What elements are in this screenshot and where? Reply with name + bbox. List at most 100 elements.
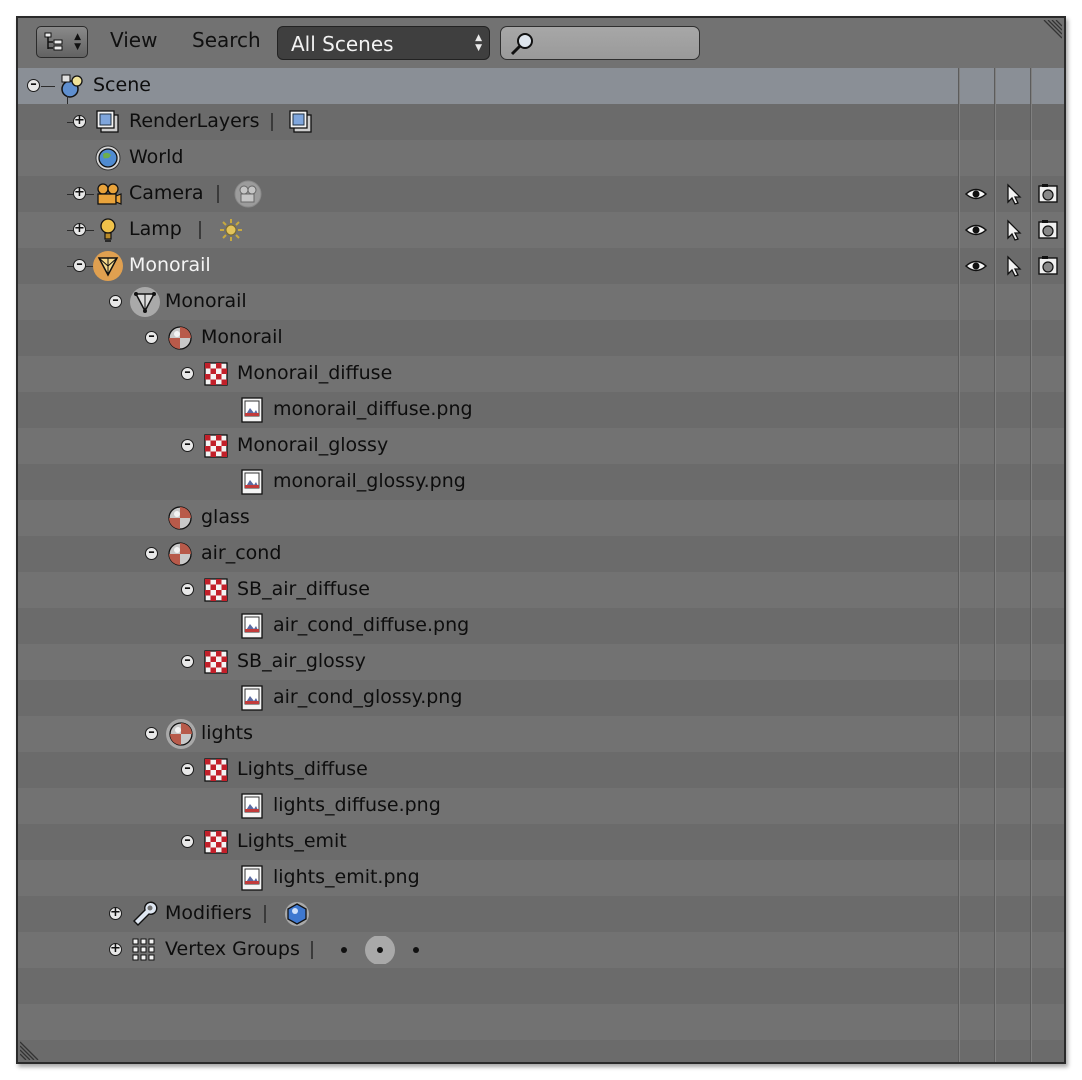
tree-row-material-glass[interactable]: glass [18, 500, 1064, 536]
collapse-toggle[interactable]: – [145, 546, 158, 560]
tree-label: monorail_glossy.png [273, 470, 466, 492]
image-icon [241, 397, 263, 423]
tree-row-texture[interactable]: – Lights_diffuse [18, 752, 1064, 788]
tree-row-image[interactable]: monorail_glossy.png [18, 464, 1064, 500]
camera-render-icon[interactable] [1036, 218, 1060, 242]
material-icon [168, 326, 192, 350]
cursor-icon[interactable] [1002, 218, 1026, 242]
empty-row [18, 1040, 1064, 1062]
tree-row-camera[interactable]: + Camera [18, 176, 1064, 212]
tree-label: Monorail [129, 254, 211, 276]
search-field[interactable] [500, 26, 700, 60]
collapse-toggle[interactable]: – [181, 582, 194, 596]
editor-type-button[interactable]: ▲ ▼ [36, 26, 88, 58]
world-icon [95, 145, 121, 171]
cursor-icon[interactable] [1002, 182, 1026, 206]
camera-render-icon[interactable] [1036, 182, 1060, 206]
tree-label: Scene [93, 74, 151, 96]
texture-icon [204, 434, 228, 458]
collapse-toggle[interactable]: – [73, 258, 86, 272]
texture-icon [204, 650, 228, 674]
view-menu[interactable]: View [110, 28, 157, 52]
tree-row-image[interactable]: monorail_diffuse.png [18, 392, 1064, 428]
tree-row-scene[interactable]: – Scene [18, 68, 1064, 104]
area-split-corner-icon[interactable] [1040, 20, 1062, 42]
tree-label: air_cond [201, 542, 282, 564]
collapse-toggle[interactable]: – [181, 366, 194, 380]
collapse-toggle[interactable]: – [181, 654, 194, 668]
tree-row-material-lights[interactable]: – lights [18, 716, 1064, 752]
lamp-data-icon[interactable] [217, 216, 245, 244]
tree-row-monorail-object[interactable]: – Monorail [18, 248, 1064, 284]
tree-row-lamp[interactable]: + Lamp [18, 212, 1064, 248]
tree-row-texture[interactable]: – Monorail_diffuse [18, 356, 1064, 392]
tree-row-modifiers[interactable]: + Modifiers [18, 896, 1064, 932]
camera-data-icon[interactable] [234, 180, 262, 208]
collapse-toggle[interactable]: – [145, 726, 158, 740]
tree-label: Monorail [201, 326, 283, 348]
vertex-group-dots-icon[interactable] [336, 936, 436, 964]
tree-row-renderlayers[interactable]: + RenderLayers [18, 104, 1064, 140]
display-mode-dropdown[interactable]: All Scenes ▲ ▼ [277, 26, 490, 60]
tree-row-image[interactable]: air_cond_glossy.png [18, 680, 1064, 716]
tree-row-image[interactable]: air_cond_diffuse.png [18, 608, 1064, 644]
tree-row-texture[interactable]: – Lights_emit [18, 824, 1064, 860]
image-icon [241, 865, 263, 891]
tree-row-material-air-cond[interactable]: – air_cond [18, 536, 1064, 572]
expand-toggle[interactable]: + [73, 222, 86, 236]
eye-icon[interactable] [964, 254, 988, 278]
expand-toggle[interactable]: + [109, 906, 122, 920]
tree-label: Camera [129, 182, 204, 204]
tree-label: glass [201, 506, 250, 528]
updown-arrows-icon: ▲ ▼ [74, 32, 81, 52]
tree-row-image[interactable]: lights_emit.png [18, 860, 1064, 896]
tree-row-world[interactable]: World [18, 140, 1064, 176]
material-icon [166, 719, 196, 749]
camera-render-icon[interactable] [1036, 254, 1060, 278]
empty-row [18, 968, 1064, 1004]
tree-label: air_cond_diffuse.png [273, 614, 470, 636]
tree-row-texture[interactable]: – SB_air_diffuse [18, 572, 1064, 608]
area-split-corner-icon[interactable] [20, 1038, 42, 1060]
texture-icon [204, 362, 228, 386]
image-icon [241, 685, 263, 711]
tree-row-vertex-groups[interactable]: + Vertex Groups [18, 932, 1064, 968]
tree-label: SB_air_glossy [237, 650, 366, 672]
expand-toggle[interactable]: + [73, 114, 86, 128]
camera-object-icon [97, 183, 122, 205]
tree-row-monorail-mesh[interactable]: – Monorail [18, 284, 1064, 320]
tree-label: monorail_diffuse.png [273, 398, 473, 420]
updown-arrows-icon: ▲ ▼ [475, 33, 482, 53]
collapse-toggle[interactable]: – [181, 762, 194, 776]
modifier-icon[interactable] [283, 900, 311, 928]
cursor-icon[interactable] [1002, 254, 1026, 278]
collapse-toggle[interactable]: – [27, 78, 40, 92]
tree-row-material-monorail[interactable]: – Monorail [18, 320, 1064, 356]
search-menu[interactable]: Search [192, 28, 261, 52]
tree-label: lights [201, 722, 254, 744]
mesh-data-icon [130, 287, 160, 317]
tree-label: Monorail_diffuse [237, 362, 393, 384]
display-mode-value: All Scenes [291, 32, 394, 56]
tree-row-texture[interactable]: – SB_air_glossy [18, 644, 1064, 680]
mesh-object-icon [93, 251, 123, 281]
tree-row-image[interactable]: lights_diffuse.png [18, 788, 1064, 824]
outliner-icon [44, 32, 63, 51]
expand-toggle[interactable]: + [109, 942, 122, 956]
outliner-header: ▲ ▼ View Search All Scenes ▲ ▼ [18, 18, 1064, 68]
collapse-toggle[interactable]: – [145, 330, 158, 344]
eye-icon[interactable] [964, 182, 988, 206]
tree-label: Monorail [165, 290, 247, 312]
collapse-toggle[interactable]: – [181, 834, 194, 848]
texture-icon [204, 578, 228, 602]
expand-toggle[interactable]: + [73, 186, 86, 200]
tree-row-texture[interactable]: – Monorail_glossy [18, 428, 1064, 464]
tree-label: Lights_diffuse [237, 758, 368, 780]
tree-label: Lamp [129, 218, 182, 240]
tree-label: lights_emit.png [273, 866, 420, 888]
collapse-toggle[interactable]: – [181, 438, 194, 452]
eye-icon[interactable] [964, 218, 988, 242]
render-layer-icon[interactable] [287, 108, 315, 136]
collapse-toggle[interactable]: – [109, 294, 122, 308]
lamp-object-icon [100, 218, 116, 242]
